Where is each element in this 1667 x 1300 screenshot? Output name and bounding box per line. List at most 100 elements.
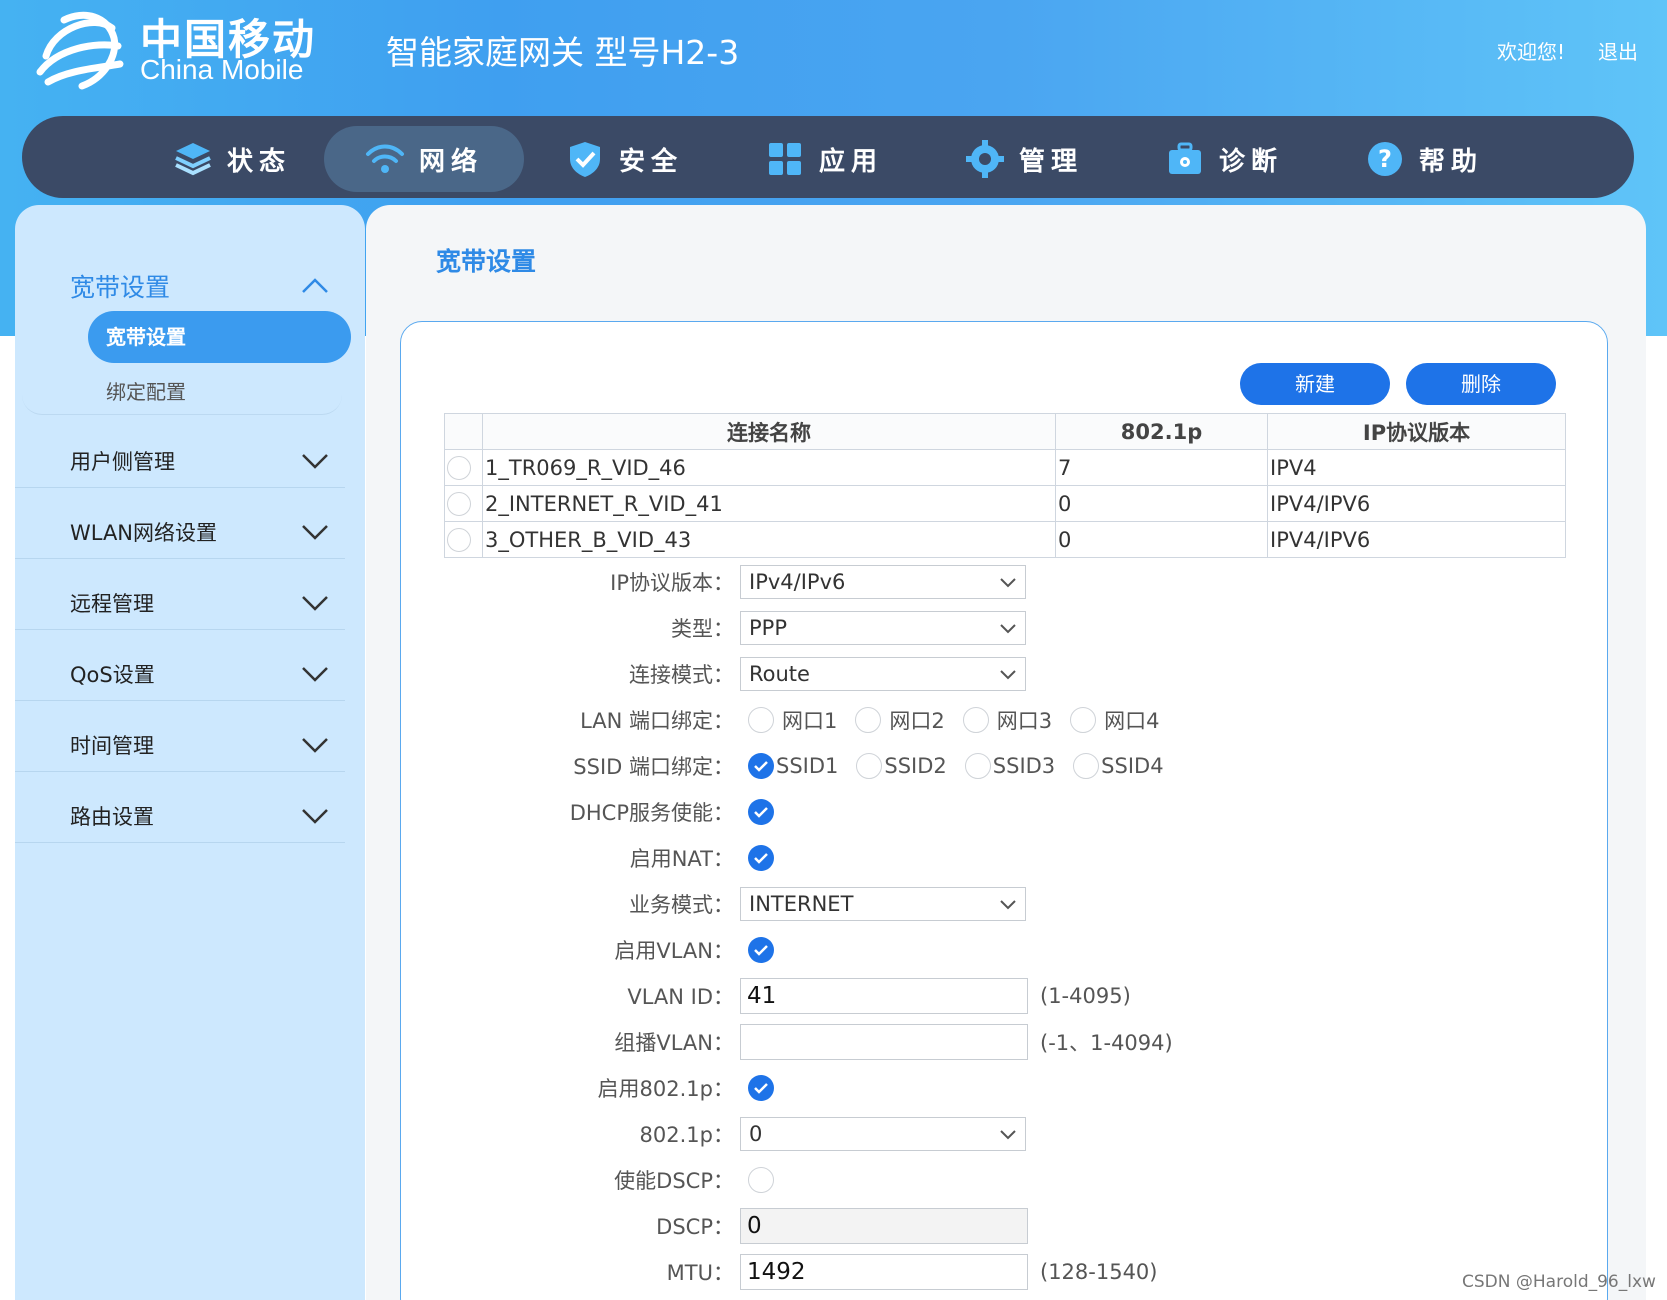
sidebar-group-wlan[interactable]: WLAN网络设置 — [70, 517, 330, 547]
cell-name: 1_TR069_R_VID_46 — [482, 449, 1056, 486]
nav-help[interactable]: ? 帮助 — [1324, 126, 1524, 192]
page-title: 宽带设置 — [436, 247, 537, 276]
vlan-id-input[interactable]: 41 — [740, 978, 1028, 1014]
sidebar-group-time[interactable]: 时间管理 — [70, 730, 330, 760]
ssid1-checkbox[interactable] — [748, 753, 774, 779]
nav-apps[interactable]: 应用 — [724, 126, 924, 192]
chevron-down-icon — [1000, 670, 1016, 680]
ssid4-checkbox[interactable] — [1073, 753, 1100, 779]
nav-management-label: 管理 — [1018, 146, 1083, 177]
chevron-down-icon — [1000, 578, 1016, 588]
mcast-vlan-input[interactable] — [740, 1024, 1028, 1060]
radio-icon[interactable] — [447, 492, 471, 516]
sidebar-group-user-side[interactable]: 用户侧管理 — [70, 446, 330, 476]
sidebar-divider — [15, 629, 345, 630]
nat-checkbox[interactable] — [748, 845, 774, 871]
sidebar-group-label: 路由设置 — [70, 805, 154, 829]
type-select[interactable]: PPP — [740, 611, 1026, 645]
cell-8021p: 0 — [1055, 485, 1268, 522]
ssid3-checkbox[interactable] — [964, 753, 991, 779]
sidebar-group-routing[interactable]: 路由设置 — [70, 801, 330, 831]
lan-bind-label: LAN 端口绑定： — [580, 709, 734, 733]
nav-diagnose[interactable]: 诊断 — [1124, 126, 1324, 192]
table-row[interactable]: 2_INTERNET_R_VID_41 0 IPV4/IPV6 — [444, 485, 1566, 522]
svg-text:?: ? — [1378, 145, 1392, 173]
vlan-id-label: VLAN ID： — [627, 985, 734, 1009]
sidebar-group-label: 用户侧管理 — [70, 450, 175, 474]
service-mode-select[interactable]: INTERNET — [740, 887, 1026, 921]
checkmark-icon — [754, 853, 768, 864]
p8021-enable-checkbox[interactable] — [748, 1075, 774, 1101]
form-row-conn-mode: 连接模式： Route — [500, 657, 1026, 691]
dscp-enable-checkbox[interactable] — [748, 1167, 774, 1193]
form-row-vlan-id: VLAN ID： 41 (1-4095) — [500, 978, 1131, 1014]
logout-link[interactable]: 退出 — [1598, 36, 1638, 65]
dhcp-checkbox[interactable] — [748, 799, 774, 825]
connection-table: 连接名称 802.1p IP协议版本 1_TR069_R_VID_46 7 IP… — [444, 413, 1566, 558]
checkmark-icon — [754, 1083, 768, 1094]
sidebar-divider — [15, 487, 345, 488]
lan1-checkbox[interactable] — [748, 707, 774, 733]
row-select-radio[interactable] — [444, 449, 483, 486]
form-row-8021p: 802.1p： 0 — [500, 1117, 1026, 1151]
sidebar-item-binding-config[interactable]: 绑定配置 — [106, 376, 186, 405]
radio-icon[interactable] — [447, 528, 471, 552]
mcast-vlan-label: 组播VLAN： — [614, 1031, 734, 1055]
ssid1-label: SSID1 — [776, 754, 839, 778]
form-row-mtu: MTU： 1492 (128-1540) — [500, 1254, 1158, 1290]
lan4-checkbox[interactable] — [1070, 707, 1097, 733]
ip-version-select[interactable]: IPv4/IPv6 — [740, 565, 1026, 599]
new-button[interactable]: 新建 — [1240, 363, 1390, 405]
main-nav: 状态 网络 安全 应用 管理 诊断 ? 帮助 — [22, 116, 1634, 198]
chevron-up-icon — [302, 278, 328, 293]
vlan-enable-checkbox[interactable] — [748, 937, 774, 963]
table-row[interactable]: 3_OTHER_B_VID_43 0 IPV4/IPV6 — [444, 521, 1566, 558]
row-select-radio[interactable] — [444, 485, 483, 522]
dscp-input[interactable]: 0 — [740, 1208, 1028, 1244]
conn-mode-value: Route — [749, 662, 810, 686]
radio-icon[interactable] — [447, 456, 471, 480]
nav-management[interactable]: 管理 — [924, 126, 1124, 192]
table-row[interactable]: 1_TR069_R_VID_46 7 IPV4 — [444, 449, 1566, 486]
layers-icon — [173, 139, 213, 179]
sidebar-group-label: QoS设置 — [70, 663, 155, 687]
product-title: 智能家庭网关 型号H2-3 — [386, 33, 740, 72]
type-label: 类型： — [671, 617, 734, 641]
sidebar-group-remote[interactable]: 远程管理 — [70, 588, 330, 618]
ssid2-checkbox[interactable] — [856, 753, 883, 779]
shield-icon — [565, 139, 605, 179]
sidebar-group-label: WLAN网络设置 — [70, 521, 218, 545]
chevron-down-icon — [302, 809, 328, 824]
lan3-label: 网口3 — [996, 709, 1053, 733]
cell-ip-version: IPV4/IPV6 — [1267, 521, 1566, 558]
sidebar-group-qos[interactable]: QoS设置 — [70, 659, 330, 689]
nav-status-label: 状态 — [226, 146, 291, 177]
chevron-down-icon — [1000, 1130, 1016, 1140]
chevron-down-icon — [302, 667, 328, 682]
nav-network-label: 网络 — [418, 146, 483, 177]
sidebar-group-broadband[interactable]: 宽带设置 — [70, 268, 330, 304]
row-select-radio[interactable] — [444, 521, 483, 558]
form-row-dscp-enable: 使能DSCP： — [500, 1163, 774, 1197]
sidebar-item-broadband-settings[interactable]: 宽带设置 — [88, 311, 351, 363]
dscp-enable-label: 使能DSCP： — [614, 1169, 734, 1193]
nav-security[interactable]: 安全 — [524, 126, 724, 192]
checkmark-icon — [754, 761, 768, 772]
toolbox-icon — [1165, 139, 1205, 179]
lan2-checkbox[interactable] — [855, 707, 882, 733]
nav-status[interactable]: 状态 — [132, 126, 332, 192]
p8021-select[interactable]: 0 — [740, 1117, 1026, 1151]
ssid4-label: SSID4 — [1101, 754, 1164, 778]
mtu-label: MTU： — [666, 1261, 734, 1285]
nav-network[interactable]: 网络 — [324, 126, 524, 192]
form-row-dhcp: DHCP服务使能： — [500, 795, 774, 829]
cell-name: 2_INTERNET_R_VID_41 — [482, 485, 1056, 522]
lan1-label: 网口1 — [782, 709, 838, 733]
conn-mode-select[interactable]: Route — [740, 657, 1026, 691]
lan3-checkbox[interactable] — [962, 707, 989, 733]
table-header-name: 连接名称 — [482, 413, 1056, 450]
mtu-input[interactable]: 1492 — [740, 1254, 1028, 1290]
grid-icon — [765, 139, 805, 179]
nav-help-label: 帮助 — [1418, 146, 1483, 177]
delete-button[interactable]: 删除 — [1406, 363, 1556, 405]
